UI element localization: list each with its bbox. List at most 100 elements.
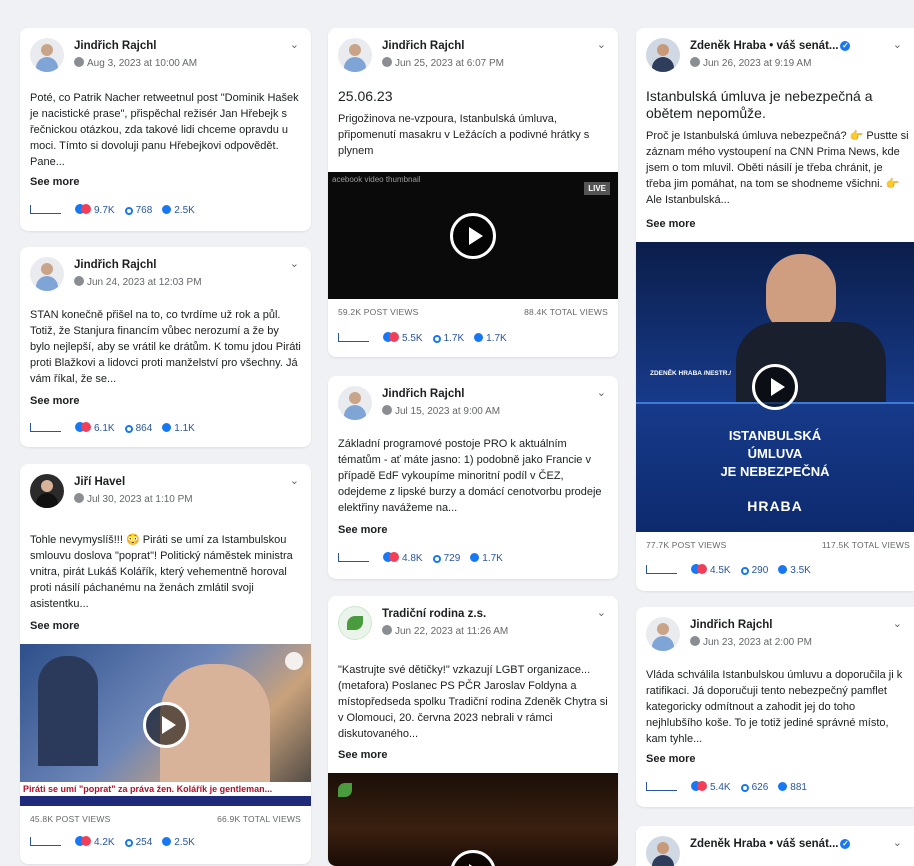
post-card[interactable]: Zdeněk Hraba • váš senát... ✓ Jun 26, 202… xyxy=(636,28,914,591)
post-date[interactable]: Aug 3, 2023 at 10:00 AM xyxy=(87,58,197,69)
leaf-icon xyxy=(347,616,363,630)
banner-line: ISTANBULSKÁ xyxy=(728,428,822,443)
play-button[interactable] xyxy=(752,364,798,410)
comment-icon xyxy=(432,555,441,563)
engagement-stats: 4.8K 729 1.7K xyxy=(338,552,608,566)
avatar[interactable] xyxy=(646,836,680,866)
chevron-down-icon[interactable]: ⌄ xyxy=(290,38,299,51)
avatar[interactable] xyxy=(338,38,372,72)
reactions-count[interactable]: 5.4K xyxy=(710,782,731,793)
author-name[interactable]: Jindřich Rajchl xyxy=(74,40,156,52)
avatar[interactable] xyxy=(646,38,680,72)
avatar[interactable] xyxy=(30,38,64,72)
view-counts: 59.2K POST VIEWS 88.4K TOTAL VIEWS xyxy=(338,307,608,317)
reactions-count[interactable]: 9.7K xyxy=(94,205,115,216)
chevron-down-icon[interactable]: ⌄ xyxy=(893,617,902,630)
chevron-down-icon[interactable]: ⌄ xyxy=(290,257,299,270)
comments-count[interactable]: 290 xyxy=(752,565,769,576)
post-text: Vláda schválila Istanbulskou úmluvu a do… xyxy=(646,669,903,745)
author-name[interactable]: Jindřich Rajchl xyxy=(74,259,156,271)
post-card[interactable]: Jindřich Rajchl Jun 25, 2023 at 6:07 PM … xyxy=(328,28,618,357)
pause-icon[interactable] xyxy=(285,652,303,670)
shares-count[interactable]: 1.1K xyxy=(174,423,195,434)
post-date[interactable]: Jun 22, 2023 at 11:26 AM xyxy=(395,626,508,637)
post-card[interactable]: Jiří Havel Jul 30, 2023 at 1:10 PM ⌄ Toh… xyxy=(20,464,311,864)
chevron-down-icon[interactable]: ⌄ xyxy=(893,836,902,849)
banner-line: JE NEBEZPEČNÁ xyxy=(720,464,830,479)
author-name[interactable]: Jindřich Rajchl xyxy=(690,619,772,631)
globe-icon xyxy=(690,636,700,646)
post-date[interactable]: Jul 30, 2023 at 1:10 PM xyxy=(87,494,193,505)
video-footer-bar xyxy=(20,796,311,806)
see-more-link[interactable]: See more xyxy=(338,524,388,536)
author-name[interactable]: Zdeněk Hraba • váš senát... ✓ xyxy=(690,40,851,52)
play-button[interactable] xyxy=(450,850,496,866)
shares-count[interactable]: 2.5K xyxy=(174,205,195,216)
see-more-link[interactable]: See more xyxy=(30,395,80,407)
comments-count[interactable]: 864 xyxy=(136,423,153,434)
avatar[interactable] xyxy=(338,386,372,420)
sparkline xyxy=(646,782,677,791)
avatar[interactable] xyxy=(30,257,64,291)
video-thumbnail[interactable] xyxy=(328,773,618,866)
author-name[interactable]: Jindřich Rajchl xyxy=(382,40,464,52)
shares-count[interactable]: 1.7K xyxy=(486,333,507,344)
post-date[interactable]: Jun 24, 2023 at 12:03 PM xyxy=(87,277,202,288)
comments-count[interactable]: 1.7K xyxy=(444,333,465,344)
sparkline xyxy=(338,553,369,562)
post-card[interactable]: Tradiční rodina z.s. Jun 22, 2023 at 11:… xyxy=(328,596,618,866)
post-text: Základní programové postoje PRO k aktuál… xyxy=(338,438,602,514)
author-name[interactable]: Jiří Havel xyxy=(74,476,125,488)
post-card[interactable]: Jindřich Rajchl Jun 23, 2023 at 2:00 PM … xyxy=(636,607,914,807)
shares-count[interactable]: 1.7K xyxy=(482,553,503,564)
reactions-count[interactable]: 4.2K xyxy=(94,837,115,848)
post-card[interactable]: Jindřich Rajchl Aug 3, 2023 at 10:00 AM … xyxy=(20,28,311,231)
chevron-down-icon[interactable]: ⌄ xyxy=(893,38,902,51)
play-button[interactable] xyxy=(450,212,496,259)
chevron-down-icon[interactable]: ⌄ xyxy=(597,606,606,619)
shares-count[interactable]: 3.5K xyxy=(790,565,811,576)
shares-count[interactable]: 881 xyxy=(790,782,807,793)
comments-count[interactable]: 626 xyxy=(752,782,769,793)
see-more-link[interactable]: See more xyxy=(646,218,696,230)
see-more-link[interactable]: See more xyxy=(338,749,388,761)
comments-count[interactable]: 729 xyxy=(444,553,461,564)
post-card[interactable]: Jindřich Rajchl Jun 24, 2023 at 12:03 PM… xyxy=(20,247,311,447)
see-more-link[interactable]: See more xyxy=(646,753,696,765)
author-name[interactable]: Zdeněk Hraba • váš senát... ✓ xyxy=(690,838,851,850)
video-thumbnail[interactable]: Piráti se umí "poprat" za práva žen. Kol… xyxy=(20,644,311,806)
author-name[interactable]: Tradiční rodina z.s. xyxy=(382,608,486,620)
post-date[interactable]: Jul 15, 2023 at 9:00 AM xyxy=(395,406,500,417)
post-views: 77.7K POST VIEWS xyxy=(646,540,727,550)
post-header: Jindřich Rajchl Jun 25, 2023 at 6:07 PM … xyxy=(338,38,608,74)
post-date[interactable]: Jun 25, 2023 at 6:07 PM xyxy=(395,58,504,69)
post-card[interactable]: Jindřich Rajchl Jul 15, 2023 at 9:00 AM … xyxy=(328,376,618,579)
view-counts: 45.8K POST VIEWS 66.9K TOTAL VIEWS xyxy=(30,814,301,824)
video-thumbnail[interactable]: acebook video thumbnail LIVE xyxy=(328,172,618,299)
reactions-count[interactable]: 6.1K xyxy=(94,423,115,434)
avatar[interactable] xyxy=(338,606,372,640)
post-date[interactable]: Jun 23, 2023 at 2:00 PM xyxy=(703,637,812,648)
chevron-down-icon[interactable]: ⌄ xyxy=(597,386,606,399)
shares-count[interactable]: 2.5K xyxy=(174,837,195,848)
post-card[interactable]: Zdeněk Hraba • váš senát... ✓ ⌄ xyxy=(636,826,914,866)
see-more-link[interactable]: See more xyxy=(30,620,80,632)
comments-count[interactable]: 254 xyxy=(136,837,153,848)
play-button[interactable] xyxy=(142,702,189,748)
video-thumbnail[interactable]: ZDENĚK HRABA /NESTR./ ISTANBULSKÁ ÚMLUVA… xyxy=(636,242,914,532)
avatar[interactable] xyxy=(30,474,64,508)
post-text: "Kastrujte své dětičky!" vzkazují LGBT o… xyxy=(338,664,608,740)
post-text: Prigožinova ne-vzpoura, Istanbulská úmlu… xyxy=(338,113,590,157)
comments-count[interactable]: 768 xyxy=(136,205,153,216)
post-date[interactable]: Jun 26, 2023 at 9:19 AM xyxy=(703,58,811,69)
globe-icon xyxy=(74,57,84,67)
avatar[interactable] xyxy=(646,617,680,651)
reactions-count[interactable]: 5.5K xyxy=(402,333,423,344)
author-name[interactable]: Jindřich Rajchl xyxy=(382,388,464,400)
reactions-icon xyxy=(75,836,91,846)
see-more-link[interactable]: See more xyxy=(30,176,80,188)
reactions-count[interactable]: 4.8K xyxy=(402,553,423,564)
chevron-down-icon[interactable]: ⌄ xyxy=(597,38,606,51)
chevron-down-icon[interactable]: ⌄ xyxy=(290,474,299,487)
reactions-count[interactable]: 4.5K xyxy=(710,565,731,576)
